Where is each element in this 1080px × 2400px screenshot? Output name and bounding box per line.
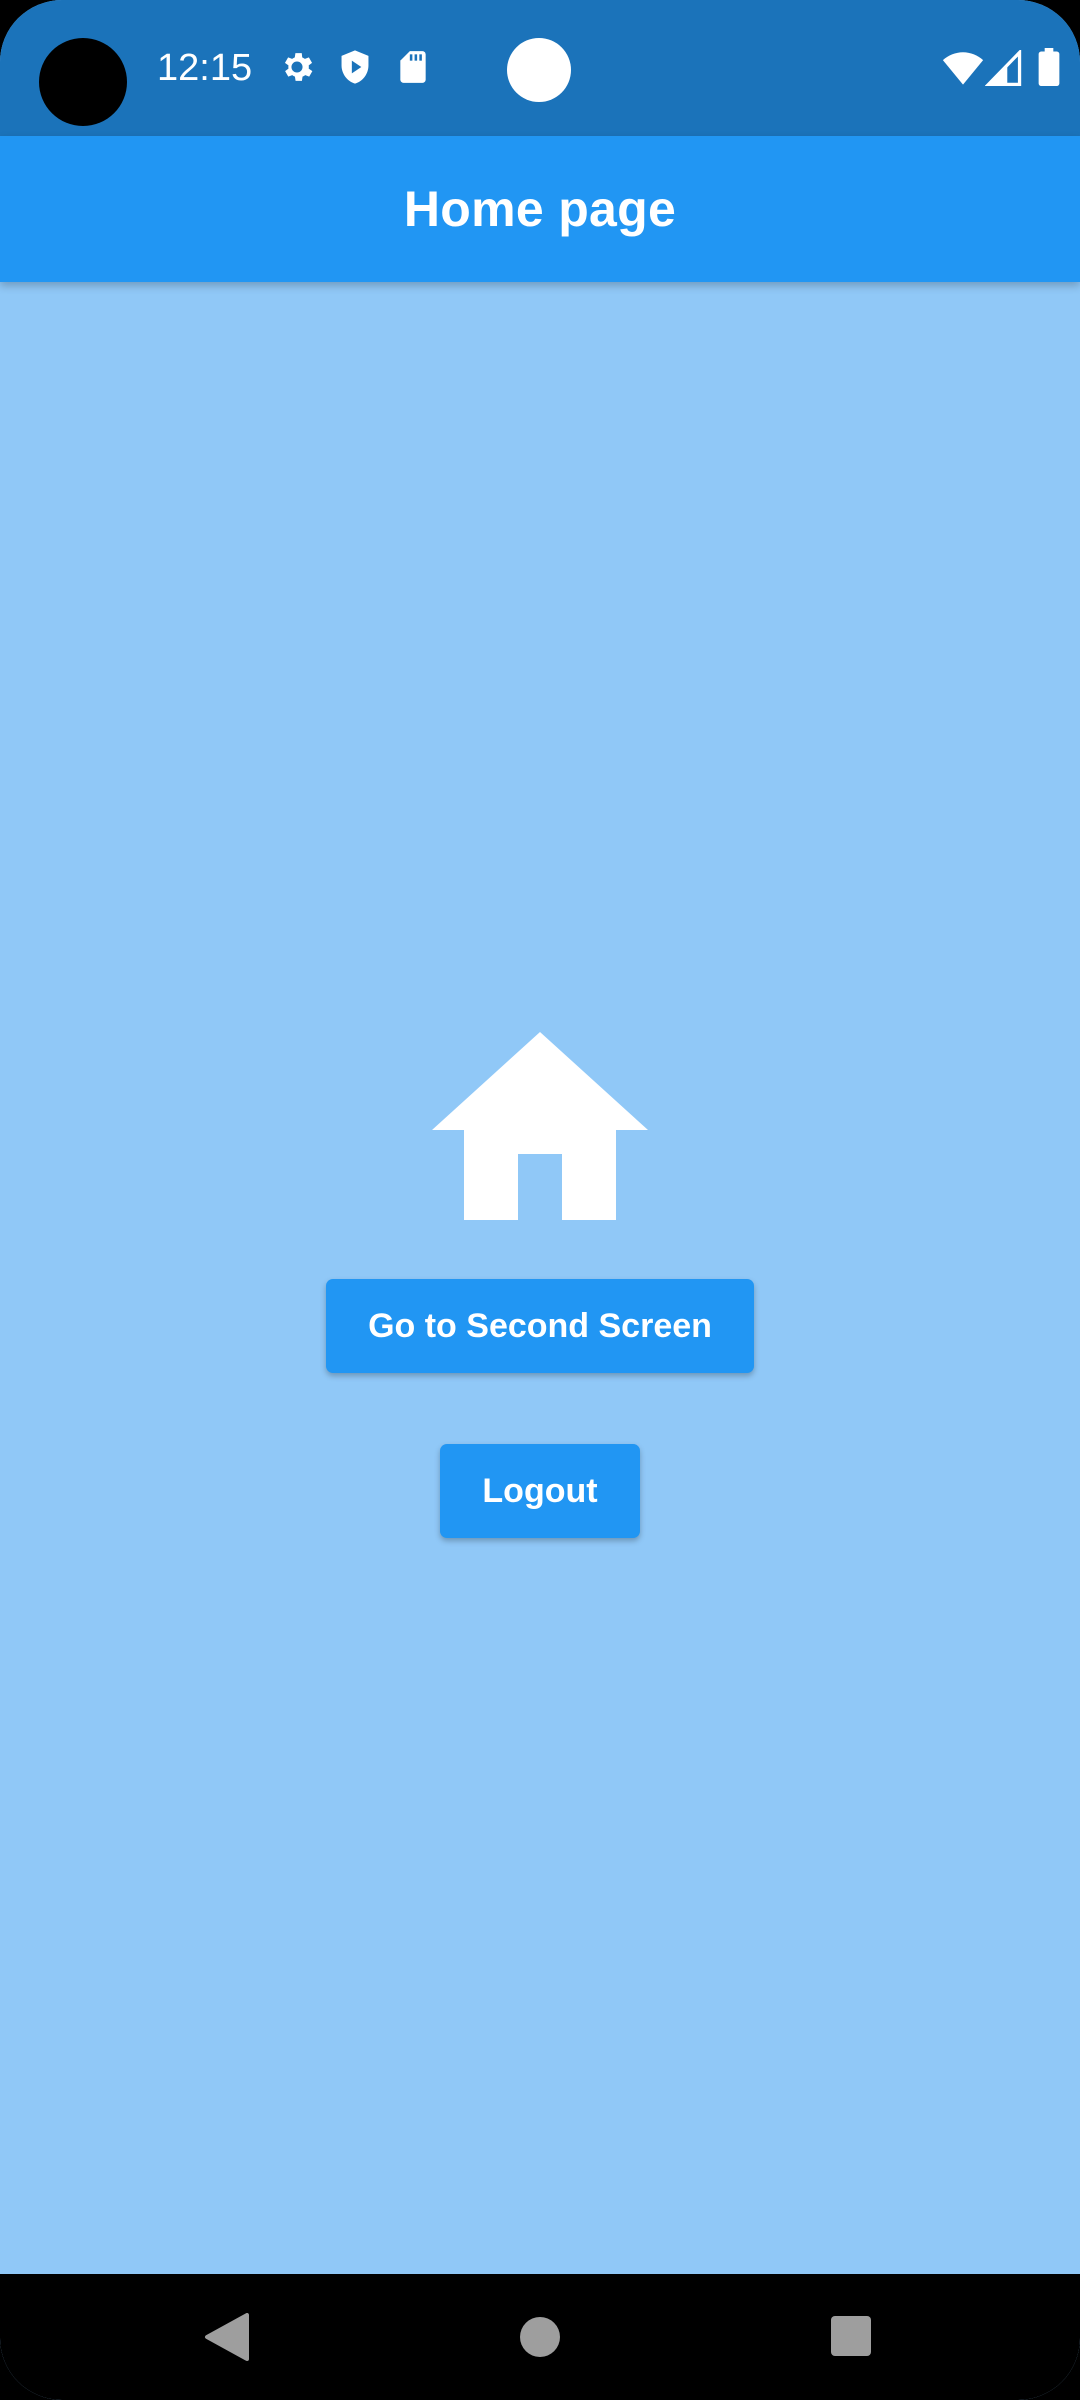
logout-button[interactable]: Logout bbox=[440, 1444, 640, 1538]
wifi-icon bbox=[942, 52, 984, 85]
app-bar: Home page bbox=[0, 136, 1080, 282]
back-icon[interactable] bbox=[203, 2313, 249, 2361]
cell-signal-icon bbox=[985, 50, 1022, 86]
recents-square-icon[interactable] bbox=[831, 2316, 871, 2356]
sd-card-icon bbox=[400, 51, 426, 83]
status-bar: 12:15 bbox=[0, 0, 1080, 136]
go-to-second-screen-label: Go to Second Screen bbox=[368, 1306, 712, 1345]
camera-cutout bbox=[39, 38, 127, 126]
status-indicator-dot bbox=[507, 38, 571, 102]
status-time: 12:15 bbox=[157, 47, 253, 89]
page-title: Home page bbox=[403, 181, 677, 237]
shield-play-icon bbox=[341, 50, 369, 84]
home-icon bbox=[432, 1032, 648, 1220]
gear-icon bbox=[284, 53, 313, 81]
home-circle-icon[interactable] bbox=[520, 2317, 560, 2357]
go-to-second-screen-button[interactable]: Go to Second Screen bbox=[326, 1279, 754, 1373]
phone-screen: 12:15 Home page Go to Second Screen Logo… bbox=[0, 0, 1080, 2400]
logout-label: Logout bbox=[482, 1471, 598, 1510]
battery-icon bbox=[1038, 48, 1060, 86]
